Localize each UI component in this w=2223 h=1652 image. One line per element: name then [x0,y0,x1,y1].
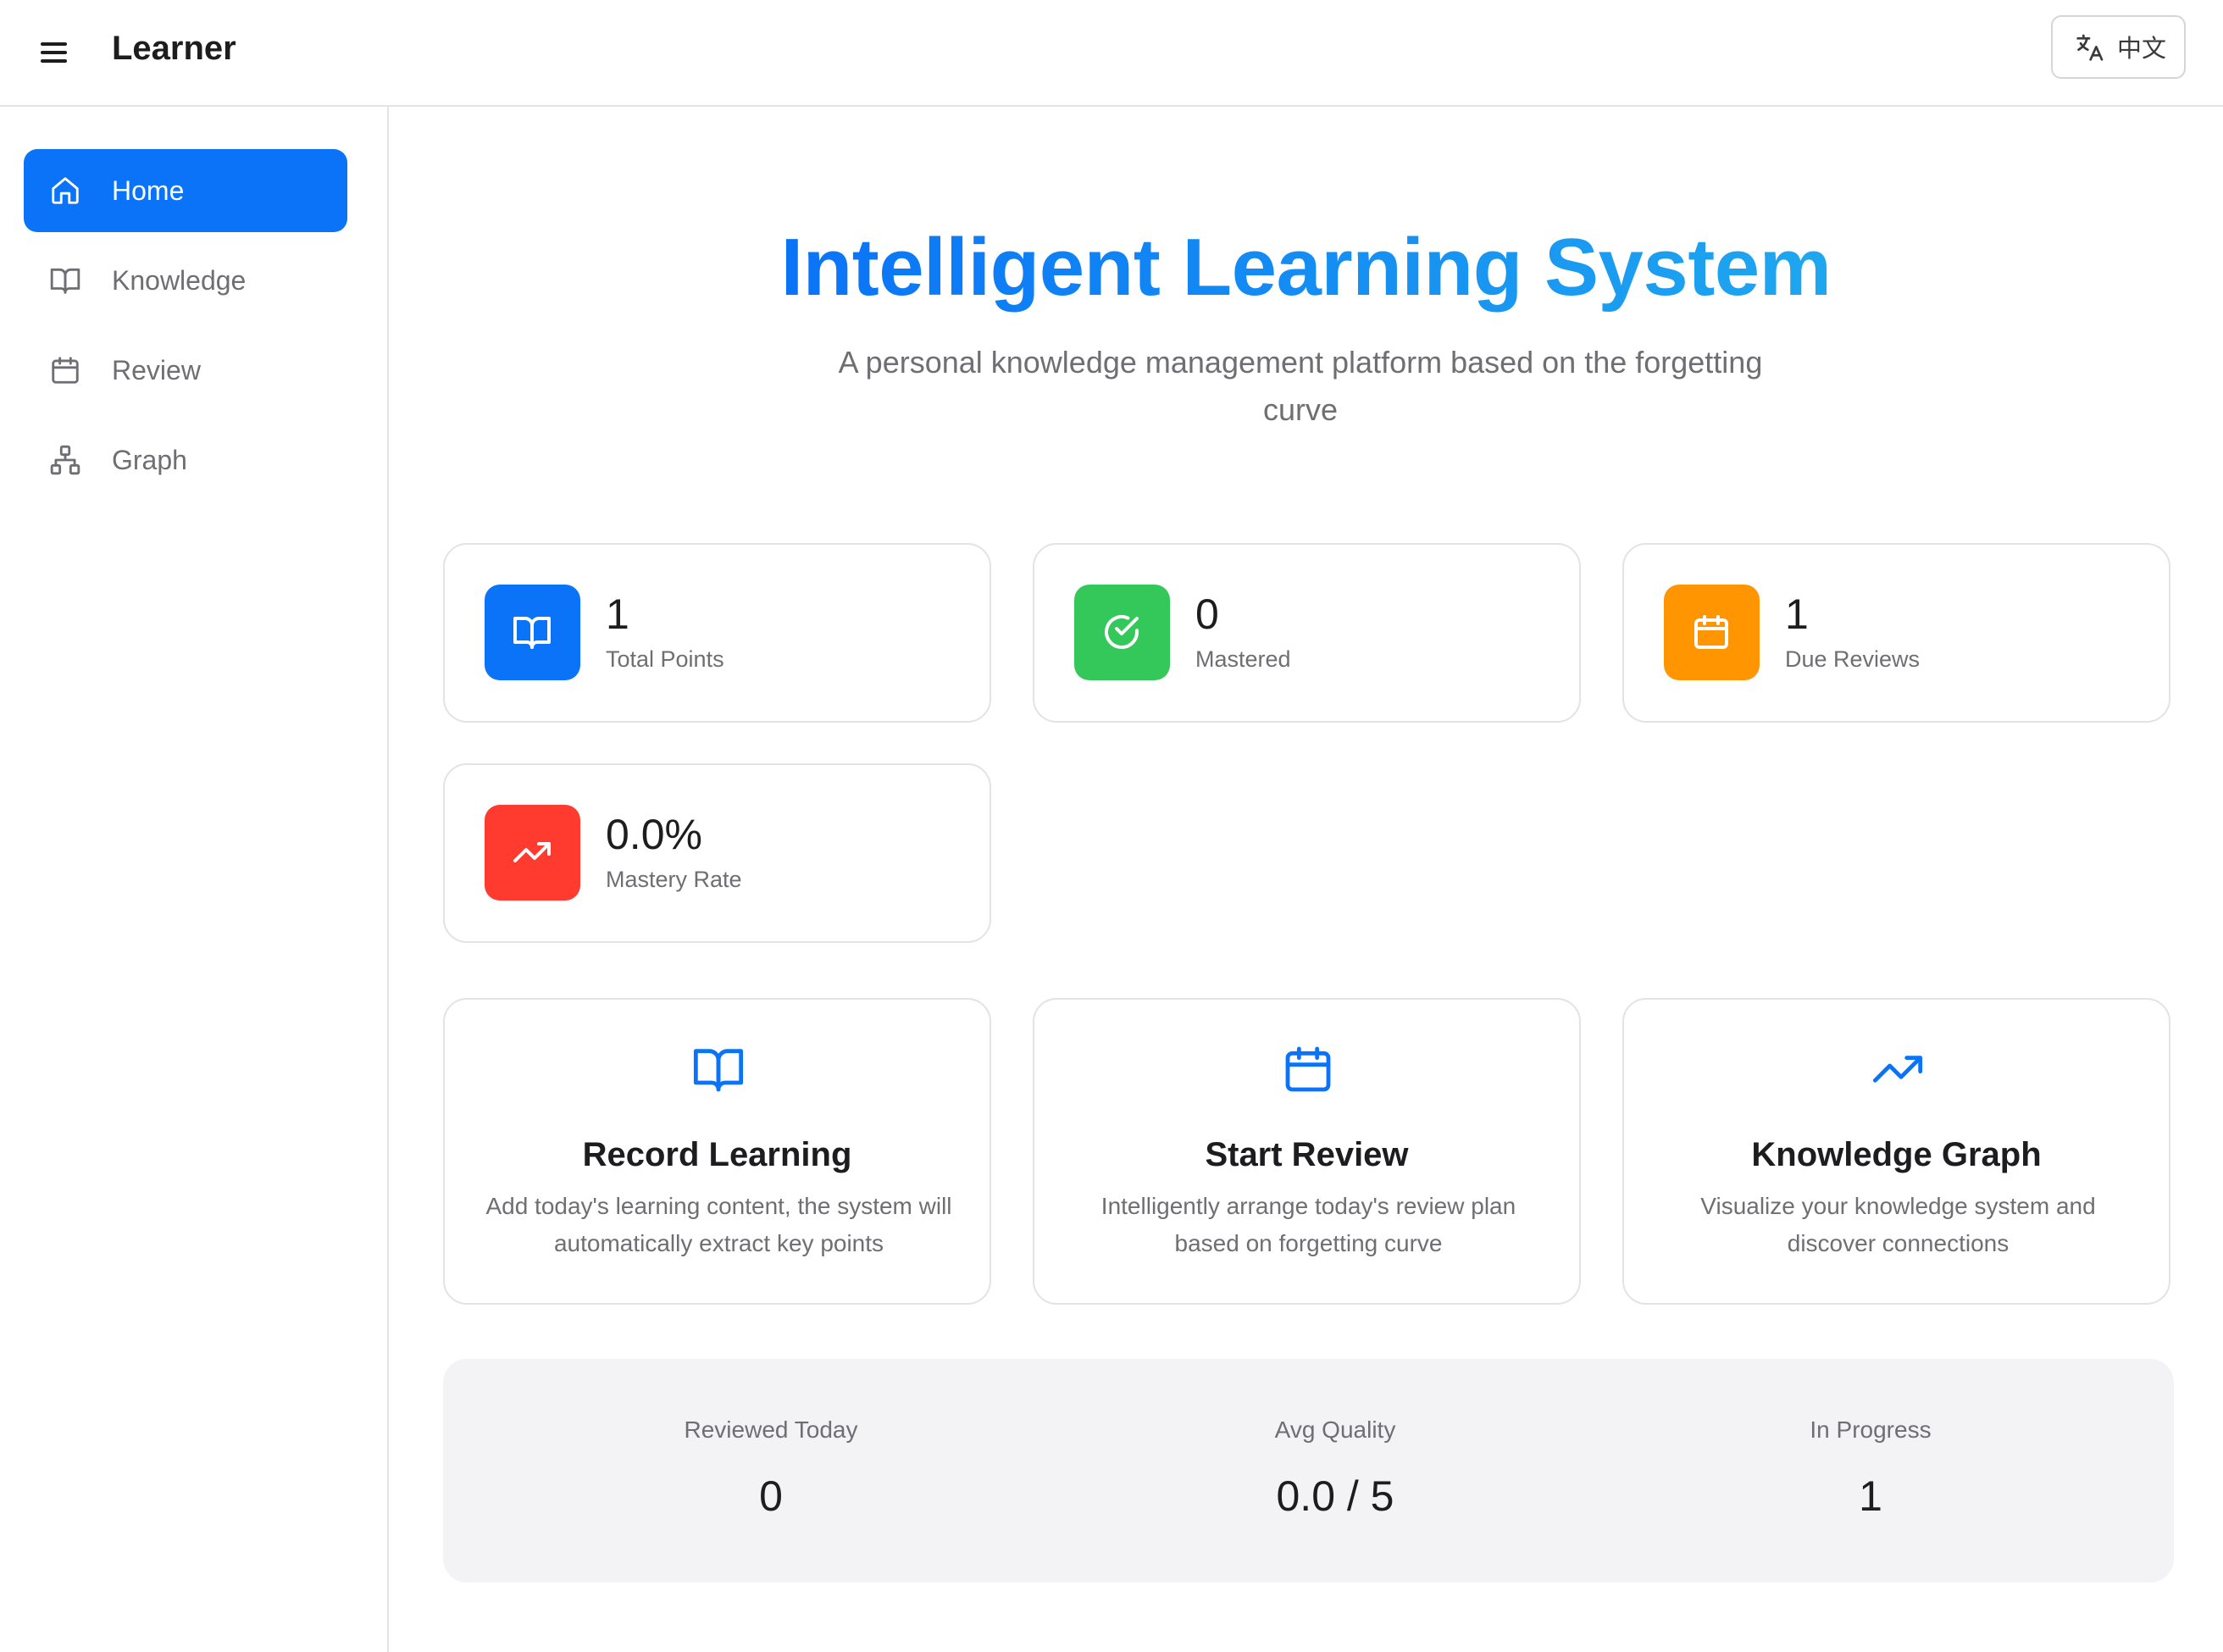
daily-summary-panel: Reviewed Today 0 Avg Quality 0.0 / 5 In … [443,1359,2174,1583]
stat-card-mastered: 0 Mastered [1033,543,1581,723]
trending-up-icon [513,842,551,862]
start-review-card[interactable]: Start Review Intelligently arrange today… [1033,998,1581,1305]
app-header: Learner 中文 [0,0,2223,107]
summary-label: Reviewed Today [684,1416,858,1443]
sidebar-item-graph[interactable]: Graph [24,419,347,502]
app-title: Learner [112,30,236,67]
book-icon [693,1049,744,1092]
stat-card-due-reviews: 1 Due Reviews [1622,543,2170,723]
stat-label: Mastered [1195,646,1291,672]
stat-label: Mastery Rate [606,867,742,892]
stat-value: 0 [1195,590,1219,638]
sidebar-item-review[interactable]: Review [24,329,347,412]
action-title: Knowledge Graph [1751,1136,2042,1173]
book-icon [50,268,80,294]
sidebar-item-label: Graph [112,445,187,475]
summary-avg-quality: Avg Quality 0.0 / 5 [1166,1359,1505,1583]
action-description: Intelligently arrange today's review pla… [1100,1193,1516,1256]
home-icon [52,177,79,204]
stat-label: Total Points [606,646,724,672]
sidebar-item-home[interactable]: Home [24,149,347,232]
language-switch-button[interactable]: 中文 [2051,15,2186,79]
stat-value: 0.0% [606,811,702,858]
stat-card-total-points: 1 Total Points [443,543,991,723]
action-title: Start Review [1205,1136,1409,1173]
sidebar-item-label: Knowledge [112,265,247,296]
stat-card-mastery-rate: 0.0% Mastery Rate [443,763,991,943]
page-subtitle: A personal knowledge management platform… [838,345,1763,427]
sidebar-item-label: Review [112,355,201,385]
summary-label: In Progress [1810,1416,1932,1443]
check-circle-icon [1105,615,1139,649]
calendar-icon [1694,615,1728,649]
language-label: 中文 [2117,34,2167,63]
summary-value: 0.0 / 5 [1276,1472,1394,1520]
graph-icon [50,445,80,475]
summary-in-progress: In Progress 1 [1701,1359,2040,1583]
action-description: Add today's learning content, the system… [485,1193,952,1256]
stat-value: 1 [606,590,629,638]
stat-label: Due Reviews [1785,646,1921,672]
calendar-icon [52,357,79,384]
sidebar: Home Knowledge Review Graph [0,107,389,1652]
book-icon [513,617,551,649]
page-title: Intelligent Learning System [780,222,1832,313]
summary-value: 1 [1859,1472,1882,1520]
knowledge-graph-card[interactable]: Knowledge Graph Visualize your knowledge… [1622,998,2170,1305]
action-description: Visualize your knowledge system and disc… [1700,1193,2096,1256]
translate-icon [2076,34,2104,61]
stat-value: 1 [1785,590,1809,638]
summary-reviewed-today: Reviewed Today 0 [601,1359,940,1583]
sidebar-item-knowledge[interactable]: Knowledge [24,239,347,322]
record-learning-card[interactable]: Record Learning Add today's learning con… [443,998,991,1305]
calendar-icon [1285,1046,1331,1092]
sidebar-item-label: Home [112,175,185,206]
summary-label: Avg Quality [1274,1416,1396,1443]
menu-icon [41,42,67,46]
menu-button[interactable] [34,32,75,73]
action-title: Record Learning [582,1136,852,1173]
trending-up-icon [1872,1056,1923,1083]
summary-value: 0 [759,1472,783,1520]
